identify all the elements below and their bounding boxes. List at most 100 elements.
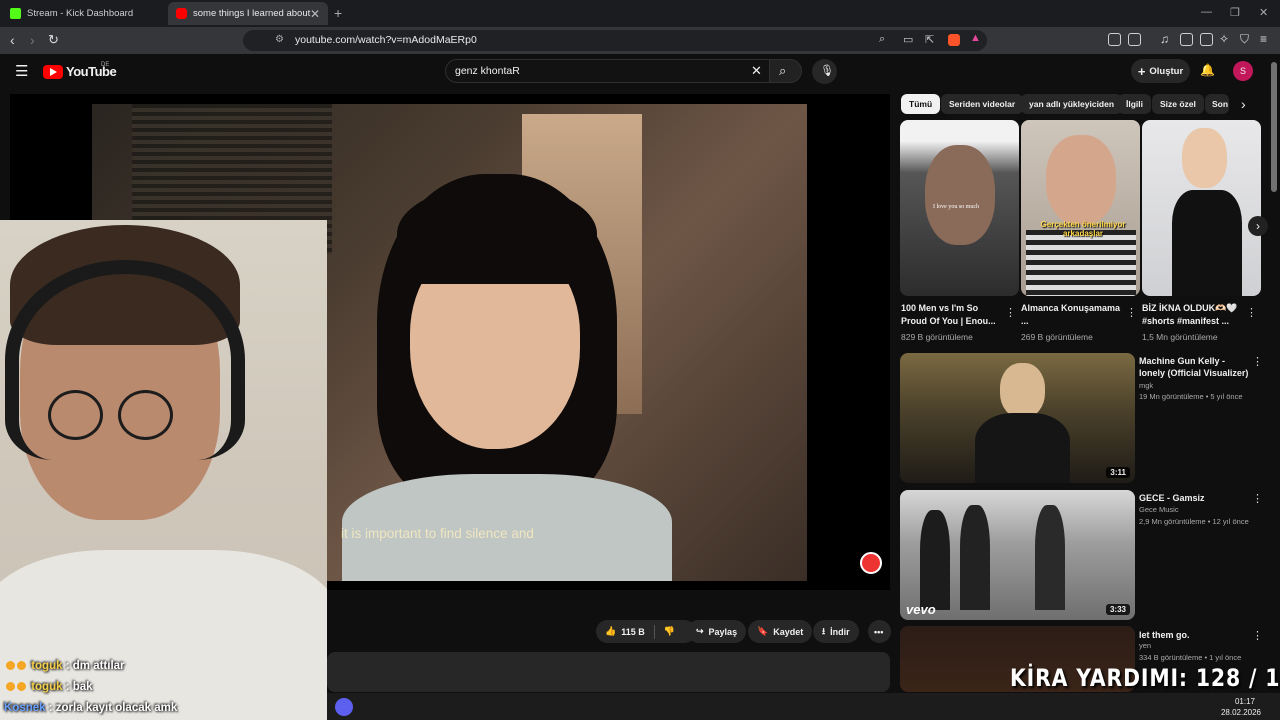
browser-tab-bar: Stream - Kick Dashboard some things I le… (0, 0, 1280, 27)
video-thumbnail[interactable]: 3:11 (900, 353, 1135, 483)
share-button[interactable]: ↪ Paylaş (687, 620, 747, 643)
youtube-logo-icon[interactable] (43, 65, 63, 79)
page-scrollbar[interactable] (1271, 62, 1277, 192)
leo-ai-icon[interactable]: ✧ (1219, 32, 1229, 46)
tab-label: Stream - Kick Dashboard (27, 8, 134, 19)
short-views: 829 B görüntüleme (901, 332, 973, 342)
taskbar-time[interactable]: 01:17 (1235, 697, 1255, 706)
sidebar-icon[interactable] (1180, 33, 1193, 46)
chat-username: toguk (31, 660, 63, 672)
short-face (1182, 128, 1227, 188)
vevo-logo: vevo (906, 602, 936, 617)
like-count[interactable]: 115 B (621, 627, 645, 637)
zoom-icon[interactable]: ⌕ (879, 33, 885, 46)
chip-all[interactable]: Tümü (901, 94, 941, 114)
video-title[interactable]: GECE - Gamsiz (1139, 492, 1249, 504)
forward-icon[interactable]: › (30, 32, 35, 48)
extensions-icon[interactable] (1108, 33, 1121, 46)
glasses-right (118, 390, 173, 440)
dislike-icon[interactable]: 👎 (664, 626, 675, 637)
discord-taskbar-icon[interactable] (335, 698, 353, 716)
short-thumbnail[interactable]: I love you so much (900, 120, 1019, 296)
short-thumbnail[interactable] (1142, 120, 1261, 296)
short-views: 1,5 Mn görüntüleme (1142, 332, 1218, 342)
short-views: 269 B görüntüleme (1021, 332, 1093, 342)
back-icon[interactable]: ‹ (10, 32, 15, 48)
share-label: Paylaş (708, 626, 738, 637)
chip-for-you[interactable]: Size özel (1152, 94, 1204, 114)
short-title[interactable]: BİZ İKNA OLDUK🫶🏻🤍 #shorts #manifest ... (1142, 302, 1246, 328)
tab-youtube-video[interactable]: some things I learned about lov ✕ (168, 2, 328, 25)
hamburger-menu-icon[interactable]: ☰ (15, 62, 28, 80)
chip-recent[interactable]: Son (1205, 94, 1229, 114)
video-title[interactable]: let them go. (1139, 629, 1249, 641)
short-face (925, 145, 995, 245)
avatar[interactable]: S (1233, 61, 1253, 81)
save-label: Kaydet (773, 626, 804, 637)
search-button[interactable]: ⌕ (769, 59, 802, 83)
short-title[interactable]: 100 Men vs I'm So Proud Of You | Enou... (901, 302, 1005, 328)
chip-series[interactable]: Seriden videolar (941, 94, 1024, 114)
music-icon[interactable]: ♫ (1160, 32, 1169, 46)
video-thumbnail[interactable]: vevo 3:33 (900, 490, 1135, 620)
chat-message: toguk : dm attılar (6, 660, 125, 672)
video-menu-icon[interactable]: ⋮ (1252, 355, 1263, 368)
address-bar[interactable]: ⚙ youtube.com/watch?v=mAdodMaERp0 ⌕ ▭ ⇱ … (243, 30, 987, 51)
wallet-icon[interactable] (1200, 33, 1213, 46)
chip-uploader[interactable]: yan adlı yükleyiciden (1021, 94, 1123, 114)
short-title[interactable]: Almanca Konuşamama ... (1021, 302, 1125, 328)
download-button[interactable]: ⭳ İndir (813, 620, 859, 643)
video-menu-icon[interactable]: ⋮ (1252, 492, 1263, 505)
shorts-next-icon[interactable]: › (1248, 216, 1268, 236)
glasses-left (48, 390, 103, 440)
thumbnail-person (920, 510, 950, 610)
window-close-icon[interactable]: ✕ (1259, 6, 1268, 19)
save-button[interactable]: 🔖 Kaydet (748, 620, 813, 643)
reddit-overlay-icon[interactable] (860, 552, 882, 574)
notifications-bell-icon[interactable]: 🔔 (1200, 63, 1215, 77)
video-meta: 2,9 Mn görüntüleme • 12 yıl önce (1139, 517, 1249, 526)
chips-next-icon[interactable]: › (1241, 96, 1246, 112)
short-sweater (1026, 230, 1136, 296)
site-info-icon[interactable]: ⚙ (275, 34, 284, 45)
like-dislike-group: 👍 115 B 👎 (596, 620, 696, 643)
share-page-icon[interactable]: ⇱ (925, 33, 934, 46)
like-icon[interactable]: 👍 (605, 626, 616, 637)
reload-icon[interactable]: ↻ (48, 32, 59, 48)
chip-related[interactable]: İlgili (1118, 94, 1151, 114)
search-box[interactable]: genz khontaR ✕ (445, 59, 770, 83)
close-tab-icon[interactable]: ✕ (310, 7, 320, 21)
vpn-icon[interactable]: ⛉ (1240, 32, 1249, 47)
short-menu-icon[interactable]: ⋮ (1126, 306, 1137, 319)
brave-shield-icon[interactable] (948, 34, 960, 46)
create-button[interactable]: + Oluştur (1131, 59, 1190, 83)
description-box[interactable] (327, 652, 890, 692)
search-input[interactable]: genz khontaR (455, 65, 520, 77)
url-text[interactable]: youtube.com/watch?v=mAdodMaERp0 (295, 34, 477, 46)
voice-search-button[interactable]: 🎙 (812, 59, 837, 84)
channel-name[interactable]: yen (1139, 641, 1151, 650)
divider (653, 624, 655, 639)
short-menu-icon[interactable]: ⋮ (1246, 306, 1257, 319)
minimize-icon[interactable]: — (1201, 6, 1212, 18)
taskbar-date[interactable]: 28.02.2026 (1221, 708, 1261, 717)
menu-icon[interactable]: ≡ (1260, 32, 1267, 46)
short-thumbnail[interactable]: Gerçekten önerilmiyor arkadaşlar (1021, 120, 1140, 296)
cast-icon[interactable]: ▭ (903, 33, 913, 46)
more-actions-button[interactable]: ••• (868, 620, 891, 643)
screenshot-icon[interactable] (1128, 33, 1141, 46)
tab-kick-dashboard[interactable]: Stream - Kick Dashboard (2, 2, 167, 25)
channel-name[interactable]: Gece Music (1139, 505, 1179, 514)
video-meta: 19 Mn görüntüleme • 5 yıl önce (1139, 392, 1243, 401)
clear-search-icon[interactable]: ✕ (751, 63, 762, 79)
channel-name[interactable]: mgk (1139, 381, 1153, 390)
chat-text: : bak (65, 681, 93, 693)
new-tab-button[interactable]: + (334, 5, 342, 21)
brave-rewards-icon[interactable]: ▲ (970, 32, 981, 44)
short-menu-icon[interactable]: ⋮ (1005, 306, 1016, 319)
country-code: DE (101, 62, 110, 68)
short-overlay-text: I love you so much (933, 204, 979, 210)
video-title[interactable]: Machine Gun Kelly - lonely (Official Vis… (1139, 355, 1249, 379)
restore-icon[interactable]: ❐ (1230, 6, 1240, 19)
video-menu-icon[interactable]: ⋮ (1252, 629, 1263, 642)
